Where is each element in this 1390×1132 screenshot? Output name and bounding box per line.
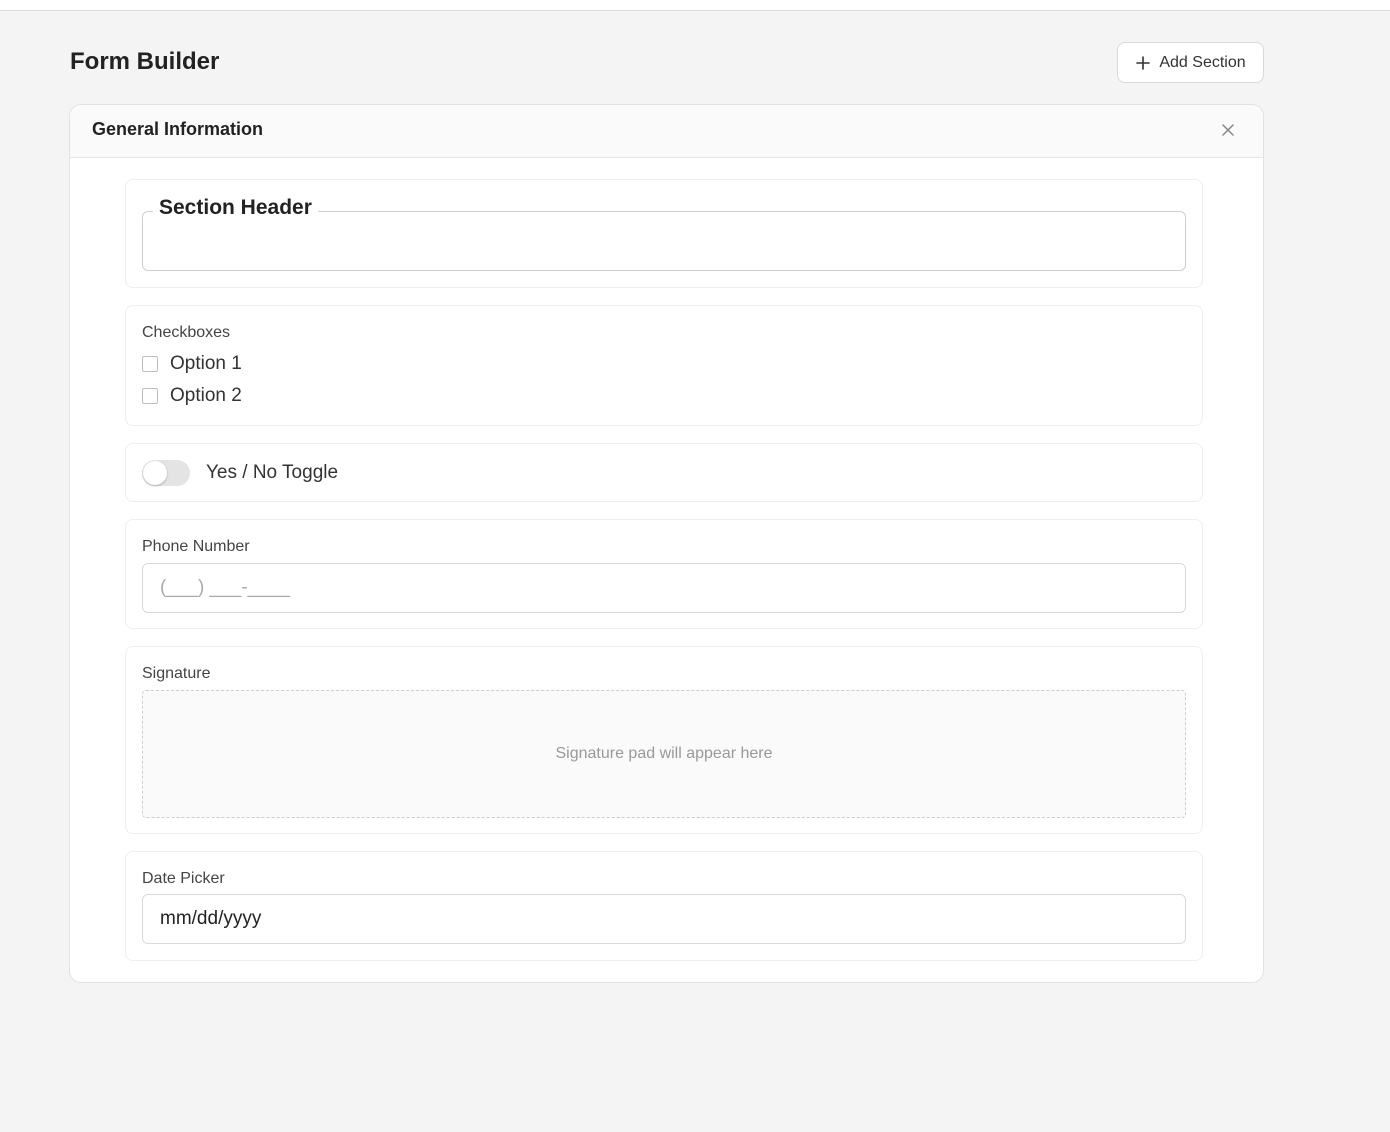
toggle-field: Yes / No Toggle <box>125 443 1203 502</box>
checkbox-option-2[interactable]: Option 2 <box>142 385 242 407</box>
date-picker-label: Date Picker <box>142 870 225 887</box>
signature-pad-placeholder: Signature pad will appear here <box>555 745 773 762</box>
checkbox[interactable] <box>142 356 158 372</box>
section-card-header: General Information <box>70 105 1263 158</box>
signature-label: Signature <box>142 665 211 682</box>
signature-pad[interactable]: Signature pad will appear here <box>142 690 1186 818</box>
plus-icon <box>1135 55 1151 71</box>
section-header-legend: Section Header <box>153 196 318 220</box>
yes-no-toggle[interactable] <box>142 460 190 486</box>
toggle-knob <box>143 461 167 485</box>
top-bar <box>0 0 1390 11</box>
section-card: General Information Section Header Check… <box>69 104 1264 983</box>
section-header-outline[interactable] <box>142 211 1186 271</box>
phone-number-field: Phone Number <box>125 519 1203 629</box>
checkbox-option-1[interactable]: Option 1 <box>142 353 242 375</box>
section-header-field: Section Header <box>125 179 1203 288</box>
phone-number-input[interactable] <box>142 563 1186 613</box>
phone-number-label: Phone Number <box>142 538 250 555</box>
add-section-label: Add Section <box>1159 53 1246 71</box>
date-picker-input[interactable] <box>142 894 1186 944</box>
checkboxes-field: Checkboxes Option 1 Option 2 <box>125 305 1203 426</box>
date-picker-field: Date Picker <box>125 851 1203 961</box>
add-section-button[interactable]: Add Section <box>1117 42 1264 83</box>
checkboxes-label: Checkboxes <box>142 324 231 341</box>
toggle-label: Yes / No Toggle <box>206 462 339 483</box>
checkbox[interactable] <box>142 388 158 404</box>
signature-field: Signature Signature pad will appear here <box>125 646 1203 834</box>
checkbox-option-label: Option 1 <box>170 353 242 374</box>
checkbox-option-label: Option 2 <box>170 385 242 406</box>
section-title: General Information <box>92 119 264 139</box>
close-icon <box>1221 123 1235 142</box>
remove-section-button[interactable] <box>1218 122 1238 142</box>
page-title: Form Builder <box>70 48 220 75</box>
